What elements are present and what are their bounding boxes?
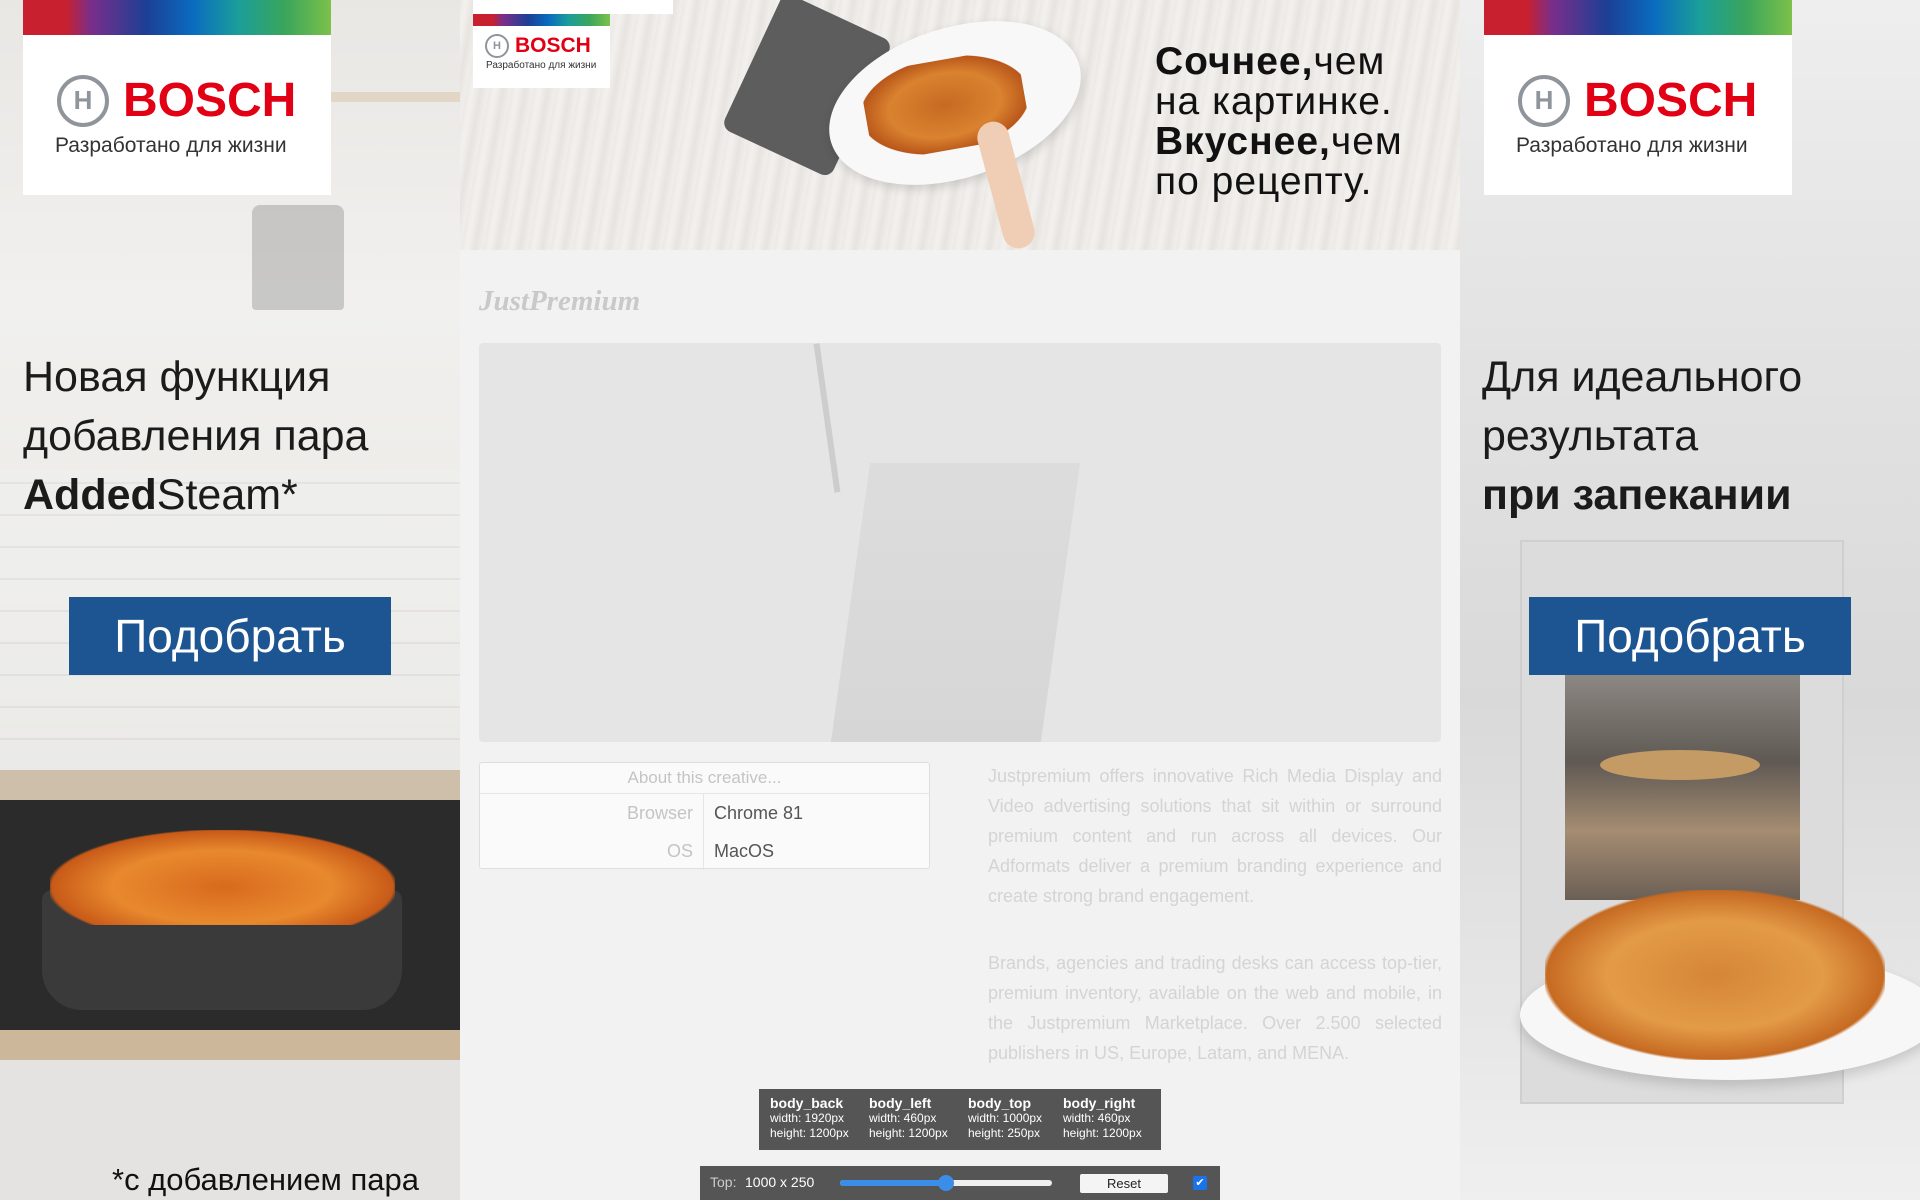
- left-skin-ad[interactable]: H BOSCH Разработано для жизни Новая функ…: [0, 0, 460, 1200]
- slogan-line3: Вкуснее,чем: [1155, 122, 1455, 162]
- dim-width: width: 1920px: [770, 1111, 845, 1125]
- dim-height: height: 1200px: [869, 1126, 948, 1140]
- right-headline-line1: Для идеального: [1482, 353, 1803, 401]
- dimensions-panel: body_back width: 1920px height: 1200px b…: [759, 1089, 1161, 1150]
- jar-decor: [252, 205, 344, 310]
- slogan-line2: на картинке.: [1155, 80, 1393, 123]
- right-brand-stripes: [1484, 0, 1792, 35]
- top-size-label: Top:: [710, 1174, 737, 1190]
- reset-button[interactable]: Reset: [1080, 1174, 1168, 1193]
- right-bosch-wordmark: BOSCH: [1584, 74, 1758, 127]
- info-row-os: OS MacOS: [480, 832, 929, 870]
- left-headline-line1: Новая функция: [23, 353, 331, 401]
- dim-name: body_right: [1063, 1095, 1136, 1111]
- right-bosch-logo[interactable]: H BOSCH Разработано для жизни: [1484, 0, 1792, 195]
- slogan-line4: по рецепту.: [1155, 160, 1373, 203]
- info-key: Browser: [480, 794, 704, 832]
- top-logo-tab-decor: [473, 0, 673, 14]
- bosch-logo[interactable]: H BOSCH Разработано для жизни: [23, 0, 331, 195]
- info-key: OS: [480, 832, 704, 870]
- dim-name: body_top: [968, 1095, 1031, 1111]
- right-bosch-emblem-icon: H: [1518, 74, 1570, 127]
- top-bosch-logo[interactable]: H BOSCH Разработано для жизни: [473, 14, 610, 88]
- preview-spire-image: [813, 343, 841, 493]
- description-paragraph-2: Brands, agencies and trading desks can a…: [988, 953, 1442, 1063]
- right-headline-bold: при запекании: [1482, 471, 1792, 519]
- slogan-line1: Сочнее,чем: [1155, 42, 1455, 82]
- left-headline-bold: Added: [23, 471, 157, 519]
- countertop-decor: [0, 770, 460, 800]
- info-row-browser: Browser Chrome 81: [480, 794, 929, 832]
- right-skin-ad[interactable]: H BOSCH Разработано для жизни Для идеаль…: [1460, 0, 1920, 1200]
- brand-color-stripes: [23, 0, 331, 35]
- dim-width: width: 460px: [1063, 1111, 1131, 1125]
- publisher-page: JustPremium About this creative... Brows…: [460, 250, 1460, 1200]
- dim-width: width: 1000px: [968, 1111, 1043, 1125]
- dim-height: height: 250px: [968, 1126, 1041, 1140]
- justpremium-logo[interactable]: JustPremium: [479, 285, 640, 318]
- pie-image: [1600, 750, 1760, 780]
- top-bosch-emblem-icon: H: [485, 34, 509, 58]
- size-slider[interactable]: [840, 1175, 1052, 1191]
- right-roast-chicken-image: [1545, 890, 1885, 1060]
- top-bosch-tagline: Разработано для жизни: [486, 60, 597, 71]
- bosch-emblem-icon: H: [57, 74, 109, 127]
- size-slider-fill: [840, 1180, 946, 1186]
- left-footnote: *с добавлением пара: [112, 1162, 419, 1197]
- slogan-line1-rest: чем: [1313, 40, 1386, 83]
- dim-name: body_left: [869, 1095, 932, 1111]
- top-brand-stripes: [473, 14, 610, 26]
- left-choose-button[interactable]: Подобрать: [69, 597, 391, 675]
- counter-front-decor: [0, 1030, 460, 1060]
- dim-body-right: body_right width: 460px height: 1200px: [1063, 1096, 1142, 1141]
- dim-body-back: body_back width: 1920px height: 1200px: [770, 1096, 849, 1141]
- dim-height: height: 1200px: [1063, 1126, 1142, 1140]
- info-value: MacOS: [714, 841, 775, 861]
- top-banner-slogan: Сочнее,чем на картинке. Вкуснее,чем по р…: [1155, 42, 1455, 202]
- top-size-value: 1000 x 250: [745, 1174, 815, 1190]
- left-headline-line3: AddedSteam*: [23, 466, 453, 525]
- dim-body-left: body_left width: 460px height: 1200px: [869, 1096, 948, 1141]
- info-value: Chrome 81: [714, 803, 804, 823]
- right-headline-line3: при запекании: [1482, 466, 1912, 525]
- right-bosch-tagline: Разработано для жизни: [1516, 134, 1748, 157]
- dim-height: height: 1200px: [770, 1126, 849, 1140]
- right-skin-headline: Для идеального результата при запекании: [1482, 348, 1912, 525]
- roast-food-image: [50, 830, 395, 925]
- right-headline-line2: результата: [1482, 412, 1699, 460]
- bosch-tagline: Разработано для жизни: [55, 134, 287, 157]
- size-slider-thumb[interactable]: [938, 1175, 954, 1191]
- auto-checkbox[interactable]: ✔: [1193, 1176, 1207, 1190]
- left-skin-headline: Новая функция добавления пара AddedSteam…: [23, 348, 453, 525]
- preview-control-bar: Top: 1000 x 250 Reset ✔: [700, 1166, 1220, 1200]
- creative-info-table: About this creative... Browser Chrome 81…: [479, 762, 930, 870]
- preview-skyscraper-image: [827, 463, 1081, 742]
- top-banner-ad[interactable]: H BOSCH Разработано для жизни Сочнее,чем…: [460, 0, 1460, 250]
- top-bosch-wordmark: BOSCH: [515, 34, 591, 57]
- slogan-line1-bold: Сочнее,: [1155, 40, 1314, 83]
- dim-name: body_back: [770, 1095, 844, 1111]
- info-table-header: About this creative...: [480, 763, 929, 794]
- left-headline-rest: Steam*: [156, 471, 298, 519]
- slogan-line3-bold: Вкуснее,: [1155, 120, 1331, 163]
- creative-preview[interactable]: [479, 343, 1441, 742]
- bosch-wordmark: BOSCH: [123, 74, 297, 127]
- dim-body-top: body_top width: 1000px height: 250px: [968, 1096, 1042, 1141]
- right-choose-button[interactable]: Подобрать: [1529, 597, 1851, 675]
- left-headline-line2: добавления пара: [23, 412, 369, 460]
- oven-window-image: [1565, 670, 1800, 900]
- slogan-line3-rest: чем: [1330, 120, 1403, 163]
- description-paragraph-1: Justpremium offers innovative Rich Media…: [988, 766, 1442, 906]
- dim-width: width: 460px: [869, 1111, 937, 1125]
